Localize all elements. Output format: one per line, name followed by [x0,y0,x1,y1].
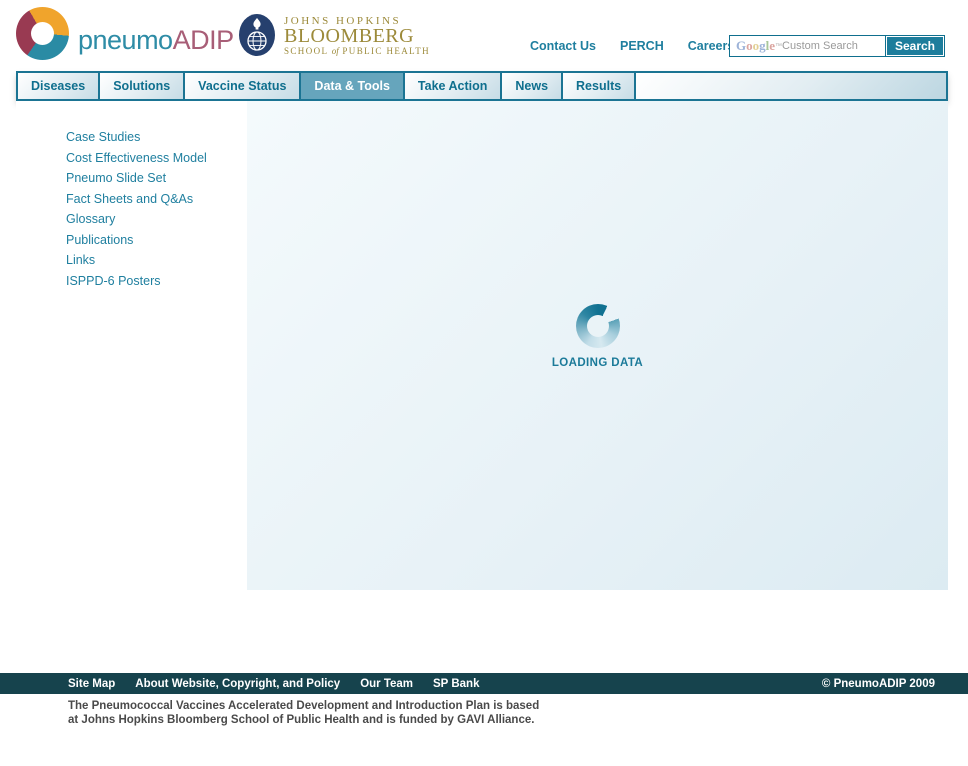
search-button[interactable]: Search [886,36,944,56]
jhu-line3-pre: SCHOOL [284,46,332,56]
header-link-contact-us[interactable]: Contact Us [530,39,596,53]
main-navigation: DiseasesSolutionsVaccine StatusData & To… [16,71,948,101]
google-watermark-icon: Google [736,38,775,54]
nav-filler [636,73,946,99]
footer-description: The Pneumococcal Vaccines Accelerated De… [68,699,539,727]
footer-link-sp-bank[interactable]: SP Bank [433,678,479,690]
jhu-line3-post: PUBLIC HEALTH [339,46,430,56]
nav-tab-results[interactable]: Results [563,73,634,99]
sidebar-item-case-studies[interactable]: Case Studies [16,131,247,152]
footer-bar: Site Map About Website, Copyright, and Po… [0,673,968,694]
footer-link-about-website-copyright-and-policy[interactable]: About Website, Copyright, and Policy [135,678,340,690]
sidebar-item-links[interactable]: Links [16,254,247,275]
loading-label: LOADING DATA [247,357,948,369]
nav-tab-take-action[interactable]: Take Action [405,73,500,99]
nav-tab-news[interactable]: News [502,73,561,99]
footer-description-line2: at Johns Hopkins Bloomberg School of Pub… [68,713,539,727]
jhu-shield-icon [237,13,277,57]
content-area: Case StudiesCost Effectiveness ModelPneu… [16,101,948,590]
sidebar-item-publications[interactable]: Publications [16,234,247,255]
jhu-line3-of: of [332,46,339,56]
nav-tab-data-tools[interactable]: Data & Tools [301,73,402,99]
pneumoadip-ring-icon [16,7,69,60]
pneumoadip-wordmark: pneumoADIP [78,27,234,60]
main-panel: LOADING DATA [247,101,948,590]
search-box: Google™ Custom Search Search [729,35,945,57]
sidebar: Case StudiesCost Effectiveness ModelPneu… [16,101,247,590]
google-trademark: ™ [775,43,782,50]
header-link-perch[interactable]: PERCH [620,39,664,53]
loading-spinner-icon [576,304,620,348]
search-input[interactable]: Google™ Custom Search [730,36,886,56]
sidebar-item-cost-effectiveness-model[interactable]: Cost Effectiveness Model [16,152,247,173]
logo-text-adip: ADIP [173,25,234,55]
footer-link-site-map[interactable]: Site Map [68,678,115,690]
jhu-wordmark: JOHNS HOPKINS BLOOMBERG SCHOOL of PUBLIC… [284,15,430,56]
pneumoadip-logo[interactable]: pneumoADIP [16,7,234,60]
nav-tab-vaccine-status[interactable]: Vaccine Status [185,73,299,99]
sidebar-item-isppd-6-posters[interactable]: ISPPD-6 Posters [16,275,247,296]
logo-text-pneumo: pneumo [78,25,173,55]
nav-tab-solutions[interactable]: Solutions [100,73,183,99]
header-links: Contact Us PERCH Careers [530,39,734,53]
footer-link-our-team[interactable]: Our Team [360,678,413,690]
search-placeholder: Custom Search [782,40,858,52]
footer-description-line1: The Pneumococcal Vaccines Accelerated De… [68,699,539,713]
sidebar-item-fact-sheets-and-q-as[interactable]: Fact Sheets and Q&As [16,193,247,214]
copyright-text: © PneumoADIP 2009 [822,678,935,690]
jhu-line2: BLOOMBERG [284,27,430,46]
header: pneumoADIP JOHNS HOPKINS BLOOMBERG SCHOO… [0,0,968,70]
sidebar-item-glossary[interactable]: Glossary [16,213,247,234]
nav-tab-diseases[interactable]: Diseases [18,73,98,99]
header-link-careers[interactable]: Careers [688,39,735,53]
nav-tabs: DiseasesSolutionsVaccine StatusData & To… [18,73,636,99]
footer-links: Site Map About Website, Copyright, and Po… [68,678,479,690]
johns-hopkins-logo[interactable]: JOHNS HOPKINS BLOOMBERG SCHOOL of PUBLIC… [237,13,430,57]
jhu-line3: SCHOOL of PUBLIC HEALTH [284,46,430,56]
sidebar-item-pneumo-slide-set[interactable]: Pneumo Slide Set [16,172,247,193]
